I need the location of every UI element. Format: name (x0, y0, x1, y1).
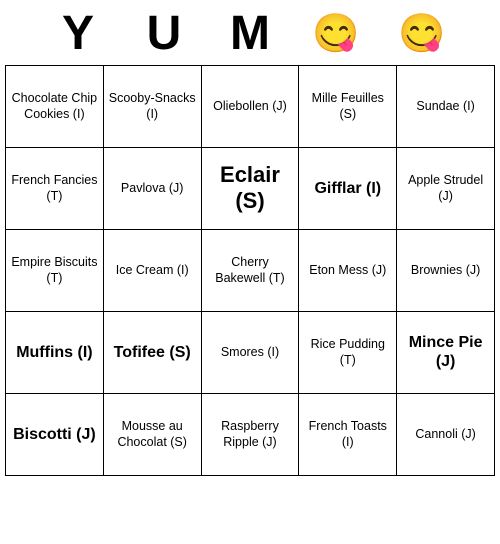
cell-text-8: Gifflar (I) (314, 179, 381, 198)
cell-text-11: Ice Cream (I) (116, 262, 189, 278)
grid-cell-2: Oliebollen (J) (202, 66, 300, 148)
grid-cell-14: Brownies (J) (397, 230, 495, 312)
cell-text-4: Sundae (I) (416, 98, 474, 114)
header-emoji-1: 😋 (293, 12, 379, 58)
grid-cell-23: French Toasts (I) (299, 394, 397, 476)
cell-text-3: Mille Feuilles (S) (302, 90, 393, 123)
cell-text-12: Cherry Bakewell (T) (205, 254, 296, 287)
cell-text-21: Mousse au Chocolat (S) (107, 418, 198, 451)
grid-cell-11: Ice Cream (I) (104, 230, 202, 312)
bingo-grid: Chocolate Chip Cookies (I)Scooby-Snacks … (5, 65, 495, 476)
grid-cell-5: French Fancies (T) (6, 148, 104, 230)
grid-cell-7: Eclair (S) (202, 148, 300, 230)
cell-text-5: French Fancies (T) (9, 172, 100, 205)
cell-text-16: Tofifee (S) (114, 343, 191, 362)
grid-cell-21: Mousse au Chocolat (S) (104, 394, 202, 476)
grid-cell-16: Tofifee (S) (104, 312, 202, 394)
header-emoji-2: 😋 (379, 12, 465, 58)
grid-cell-4: Sundae (I) (397, 66, 495, 148)
grid-cell-20: Biscotti (J) (6, 394, 104, 476)
grid-cell-1: Scooby-Snacks (I) (104, 66, 202, 148)
cell-text-23: French Toasts (I) (302, 418, 393, 451)
cell-text-19: Mince Pie (J) (400, 333, 491, 371)
cell-text-22: Raspberry Ripple (J) (205, 418, 296, 451)
grid-cell-9: Apple Strudel (J) (397, 148, 495, 230)
cell-text-15: Muffins (I) (16, 343, 92, 362)
cell-text-14: Brownies (J) (411, 262, 480, 278)
grid-cell-17: Smores (I) (202, 312, 300, 394)
cell-text-7: Eclair (S) (205, 162, 296, 215)
cell-text-9: Apple Strudel (J) (400, 172, 491, 205)
cell-text-2: Oliebollen (J) (213, 98, 287, 114)
cell-text-24: Cannoli (J) (415, 426, 475, 442)
grid-cell-19: Mince Pie (J) (397, 312, 495, 394)
header-u: U (121, 6, 207, 63)
cell-text-6: Pavlova (J) (121, 180, 184, 196)
cell-text-1: Scooby-Snacks (I) (107, 90, 198, 123)
cell-text-0: Chocolate Chip Cookies (I) (9, 90, 100, 123)
cell-text-17: Smores (I) (221, 344, 279, 360)
grid-cell-24: Cannoli (J) (397, 394, 495, 476)
bingo-card: Y U M 😋 😋 Chocolate Chip Cookies (I)Scoo… (5, 6, 495, 476)
header-m: M (207, 6, 293, 63)
header-row: Y U M 😋 😋 (5, 6, 495, 63)
grid-cell-6: Pavlova (J) (104, 148, 202, 230)
cell-text-10: Empire Biscuits (T) (9, 254, 100, 287)
cell-text-20: Biscotti (J) (13, 425, 96, 444)
grid-cell-0: Chocolate Chip Cookies (I) (6, 66, 104, 148)
grid-cell-10: Empire Biscuits (T) (6, 230, 104, 312)
cell-text-13: Eton Mess (J) (309, 262, 386, 278)
header-y: Y (35, 6, 121, 63)
grid-cell-13: Eton Mess (J) (299, 230, 397, 312)
grid-cell-3: Mille Feuilles (S) (299, 66, 397, 148)
grid-cell-8: Gifflar (I) (299, 148, 397, 230)
grid-cell-15: Muffins (I) (6, 312, 104, 394)
cell-text-18: Rice Pudding (T) (302, 336, 393, 369)
grid-cell-18: Rice Pudding (T) (299, 312, 397, 394)
grid-cell-22: Raspberry Ripple (J) (202, 394, 300, 476)
grid-cell-12: Cherry Bakewell (T) (202, 230, 300, 312)
